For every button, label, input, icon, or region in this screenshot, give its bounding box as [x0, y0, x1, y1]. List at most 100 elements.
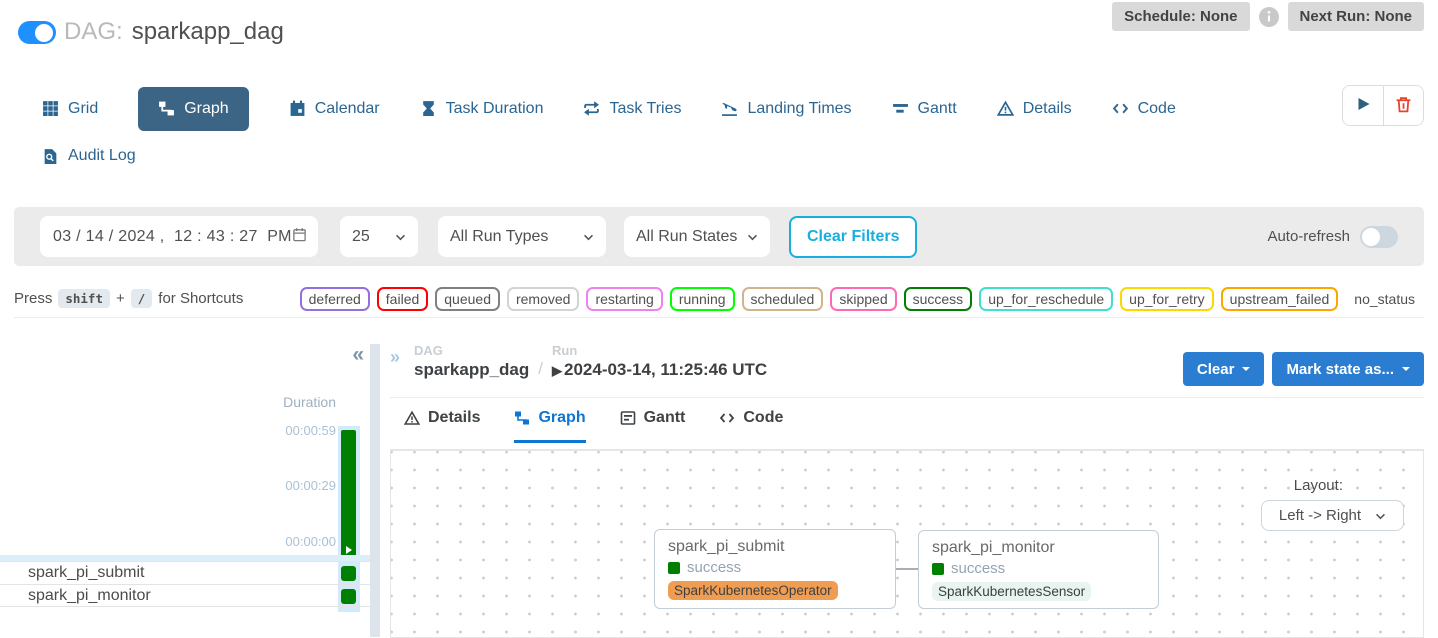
task-node-title: spark_pi_submit: [668, 538, 882, 556]
breadcrumb: DAG sparkapp_dag / Run ▶2024-03-14, 11:2…: [414, 343, 767, 380]
chevron-down-icon: [1375, 507, 1386, 524]
num-runs-select[interactable]: 25: [340, 216, 418, 257]
legend-running[interactable]: running: [670, 287, 735, 311]
tab-label: Code: [743, 409, 783, 427]
gantt-icon: [892, 100, 909, 117]
task-node-spark-pi-monitor[interactable]: spark_pi_monitor success SparkKubernetes…: [918, 530, 1159, 609]
layout-value: Left -> Right: [1279, 507, 1361, 524]
grid-icon: [42, 100, 59, 117]
shortcuts-text: +: [116, 290, 125, 307]
caret-down-icon: [1242, 367, 1250, 371]
task-node-spark-pi-submit[interactable]: spark_pi_submit success SparkKubernetesO…: [654, 529, 896, 609]
legend-upstream-failed[interactable]: upstream_failed: [1221, 287, 1339, 311]
duration-axis-label: Duration: [283, 394, 336, 410]
nav-tab-label: Task Duration: [446, 100, 544, 118]
nav-tab-label: Graph: [184, 100, 228, 118]
divider-line: [390, 397, 1424, 398]
plane-landing-icon: [721, 100, 738, 117]
breadcrumb-separator: /: [538, 359, 543, 380]
task-node-state: success: [668, 559, 882, 576]
expand-details-button[interactable]: »: [390, 347, 400, 368]
legend-restarting[interactable]: restarting: [586, 287, 662, 311]
nav-tab-grid[interactable]: Grid: [42, 100, 98, 118]
legend-queued[interactable]: queued: [435, 287, 500, 311]
task-name[interactable]: spark_pi_submit: [0, 564, 145, 582]
task-instance-square[interactable]: [341, 589, 356, 604]
base-date-value: 03 / 14 / 2024 , 12 : 43 : 27 PM: [53, 228, 292, 246]
repeat-icon: [583, 100, 600, 117]
nav-tab-graph[interactable]: Graph: [138, 87, 248, 131]
dag-title-prefix: DAG:: [64, 18, 123, 45]
breadcrumb-dag-name: sparkapp_dag: [414, 360, 529, 380]
trash-icon: [1395, 96, 1412, 116]
legend-skipped[interactable]: skipped: [830, 287, 896, 311]
dag-run-duration-bar[interactable]: [341, 430, 356, 557]
nav-tab-landing-times[interactable]: Landing Times: [721, 100, 851, 118]
layout-select[interactable]: Left -> Right: [1261, 500, 1404, 531]
run-action-buttons: Clear Mark state as...: [1183, 352, 1424, 386]
base-date-input[interactable]: 03 / 14 / 2024 , 12 : 43 : 27 PM: [40, 216, 318, 257]
legend-removed[interactable]: removed: [507, 287, 579, 311]
legend-failed[interactable]: failed: [377, 287, 428, 311]
tab-label: Graph: [538, 409, 585, 427]
nav-tab-audit-log[interactable]: Audit Log: [42, 147, 136, 165]
nav-tab-label: Grid: [68, 100, 98, 118]
header-badges: Schedule: None Next Run: None: [1112, 2, 1424, 31]
task-edge: [896, 568, 918, 570]
nav-tab-code[interactable]: Code: [1112, 100, 1176, 118]
nav-tab-gantt[interactable]: Gantt: [892, 100, 957, 118]
run-types-select[interactable]: All Run Types: [438, 216, 606, 257]
audit-log-icon: [42, 148, 59, 165]
legend-no-status[interactable]: no_status: [1345, 287, 1424, 311]
legend-deferred[interactable]: deferred: [300, 287, 370, 311]
operator-badge: SparkKubernetesOperator: [668, 581, 838, 600]
caret-down-icon: [1402, 367, 1410, 371]
state-label: success: [687, 559, 741, 576]
hourglass-icon: [420, 100, 437, 117]
nav-tab-label: Gantt: [918, 100, 957, 118]
nav-tab-task-tries[interactable]: Task Tries: [583, 100, 681, 118]
tab-code[interactable]: Code: [719, 409, 783, 443]
legend-up-for-retry[interactable]: up_for_retry: [1120, 287, 1213, 311]
tab-graph[interactable]: Graph: [514, 409, 585, 443]
run-detail-panel: » DAG sparkapp_dag / Run ▶2024-03-14, 11…: [390, 330, 1424, 637]
nav-tab-calendar[interactable]: Calendar: [289, 100, 380, 118]
page-title: DAG:sparkapp_dag: [64, 18, 284, 46]
nav-tab-label: Code: [1138, 100, 1176, 118]
clear-filters-button[interactable]: Clear Filters: [789, 216, 917, 258]
graph-canvas[interactable]: Layout: Left -> Right spark_pi_submit su…: [390, 450, 1424, 638]
nav-tab-label: Landing Times: [747, 100, 851, 118]
shortcuts-text: for Shortcuts: [158, 290, 243, 307]
nav-tab-label: Audit Log: [68, 147, 136, 165]
auto-refresh-toggle[interactable]: [1360, 226, 1398, 248]
mark-state-button[interactable]: Mark state as...: [1272, 352, 1424, 386]
collapse-grid-button[interactable]: «: [352, 343, 364, 367]
selected-run-marker-icon: [346, 546, 352, 554]
delete-dag-button[interactable]: [1383, 86, 1423, 125]
graph-icon: [514, 410, 530, 426]
tab-details[interactable]: Details: [404, 409, 480, 443]
slash-key: /: [131, 289, 153, 308]
task-name[interactable]: spark_pi_monitor: [0, 587, 151, 605]
chevron-down-icon: [583, 228, 594, 246]
toggle-knob: [35, 24, 53, 42]
nav-tab-details[interactable]: Details: [997, 100, 1072, 118]
tab-gantt[interactable]: Gantt: [620, 409, 686, 443]
dag-pause-toggle[interactable]: [18, 21, 56, 44]
task-instance-square[interactable]: [341, 566, 356, 581]
nav-tab-task-duration[interactable]: Task Duration: [420, 100, 544, 118]
chevron-down-icon: [395, 228, 406, 246]
breadcrumb-dag-label: DAG: [414, 343, 529, 358]
info-icon[interactable]: [1259, 7, 1279, 27]
toggle-knob: [1362, 228, 1380, 246]
trigger-dag-button[interactable]: [1343, 86, 1383, 125]
state-square: [668, 562, 680, 574]
clear-run-button[interactable]: Clear: [1183, 352, 1265, 386]
airflow-dag-page: DAG:sparkapp_dag Schedule: None Next Run…: [0, 0, 1438, 637]
panel-resize-divider[interactable]: [370, 344, 380, 637]
legend-scheduled[interactable]: scheduled: [742, 287, 824, 311]
legend-success[interactable]: success: [904, 287, 973, 311]
run-states-select[interactable]: All Run States: [624, 216, 770, 257]
state-square: [932, 563, 944, 575]
legend-up-for-reschedule[interactable]: up_for_reschedule: [979, 287, 1113, 311]
